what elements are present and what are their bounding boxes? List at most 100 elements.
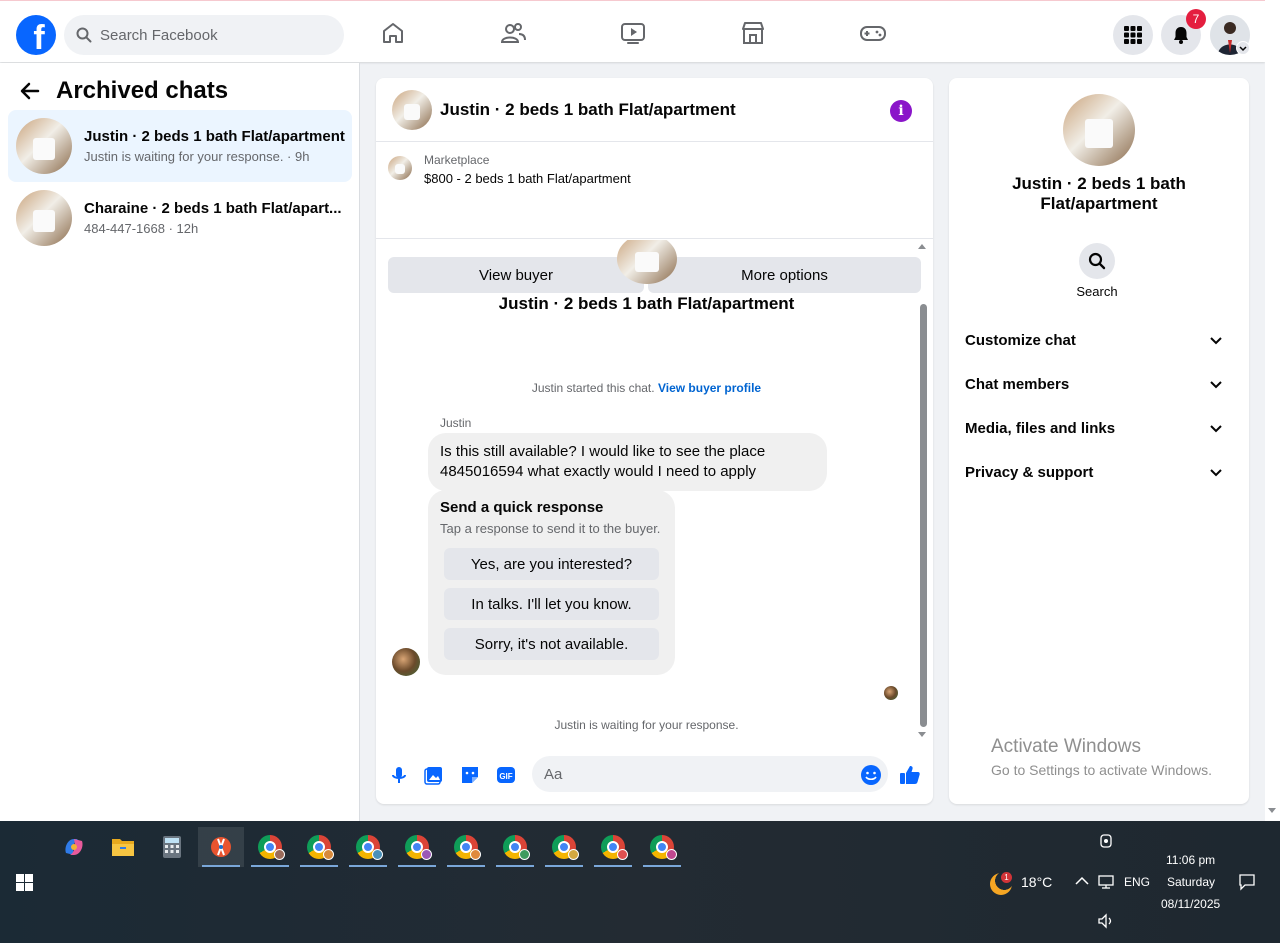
- clock-day[interactable]: Saturday: [1167, 875, 1215, 889]
- search-input[interactable]: [100, 26, 320, 44]
- customize-chat-section[interactable]: Customize chat: [957, 318, 1241, 362]
- friends-icon[interactable]: [499, 19, 527, 47]
- scroll-down-arrow-icon[interactable]: [918, 732, 926, 737]
- copilot-app-icon[interactable]: [51, 827, 97, 867]
- marketplace-label: Marketplace: [424, 153, 490, 167]
- photo-icon[interactable]: [423, 764, 445, 786]
- chrome-profile-5-icon[interactable]: [443, 827, 489, 867]
- listing-thumbnail[interactable]: [1063, 94, 1135, 166]
- chrome-profile-4-icon[interactable]: [394, 827, 440, 867]
- info-panel-title: Justin · 2 beds 1 bath Flat/apartment: [1012, 174, 1186, 213]
- account-chevron-icon[interactable]: [1236, 41, 1250, 55]
- chevron-down-icon: [1210, 469, 1222, 477]
- chat-name: Justin · 2 beds 1 bath Flat/apartment: [84, 128, 345, 145]
- privacy-support-section[interactable]: Privacy & support: [957, 450, 1241, 494]
- page-scrollbar[interactable]: [1265, 0, 1280, 821]
- back-arrow-icon[interactable]: [20, 81, 40, 101]
- menu-button[interactable]: [1113, 15, 1153, 55]
- conversation-header-title[interactable]: Justin · 2 beds 1 bath Flat/apartment: [440, 100, 736, 120]
- chrome-profile-8-icon[interactable]: [590, 827, 636, 867]
- file-explorer-icon[interactable]: [100, 827, 146, 867]
- emoji-icon[interactable]: [860, 764, 882, 786]
- watermark-title: Activate Windows: [991, 736, 1141, 757]
- chrome-profile-1-icon[interactable]: [247, 827, 293, 867]
- snipping-tool-icon[interactable]: [198, 827, 244, 867]
- chrome-profile-9-icon[interactable]: [639, 827, 685, 867]
- info-icon[interactable]: i: [890, 100, 912, 122]
- search-conversation-button[interactable]: [1079, 243, 1115, 279]
- quick-response-not-available-button[interactable]: Sorry, it's not available.: [444, 628, 659, 660]
- media-files-links-section[interactable]: Media, files and links: [957, 406, 1241, 450]
- message-line: Is this still available? I would like to…: [440, 443, 766, 460]
- windows-start-icon[interactable]: [16, 874, 33, 891]
- search-box[interactable]: [64, 15, 344, 55]
- chrome-profile-7-icon[interactable]: [541, 827, 587, 867]
- listing-price-title[interactable]: $800 - 2 beds 1 bath Flat/apartment: [424, 171, 631, 186]
- chevron-down-icon: [1210, 425, 1222, 433]
- network-icon[interactable]: [1097, 874, 1115, 890]
- archived-chats-sidebar: Archived chats Justin · 2 beds 1 bath Fl…: [0, 63, 360, 821]
- thumbs-up-icon[interactable]: [899, 764, 921, 786]
- page-scroll-down-arrow-icon[interactable]: [1268, 808, 1276, 813]
- microphone-icon[interactable]: [388, 764, 410, 786]
- weather-alert-badge: 1: [1001, 872, 1012, 883]
- chat-preview: Justin is waiting for your response. · 9…: [84, 149, 310, 164]
- notification-center-icon[interactable]: [1238, 873, 1256, 891]
- scroll-up-arrow-icon[interactable]: [918, 244, 926, 249]
- chrome-profile-3-icon[interactable]: [345, 827, 391, 867]
- quick-response-yes-button[interactable]: Yes, are you interested?: [444, 548, 659, 580]
- sender-avatar[interactable]: [392, 648, 420, 676]
- listing-thumbnail[interactable]: [392, 89, 432, 130]
- message-input[interactable]: [532, 756, 888, 792]
- quick-response-subtitle: Tap a response to send it to the buyer.: [440, 521, 661, 536]
- chat-started-text: Justin started this chat.: [531, 381, 655, 395]
- volume-icon[interactable]: [1097, 913, 1115, 929]
- chrome-profile-2-icon[interactable]: [296, 827, 342, 867]
- quick-response-in-talks-button[interactable]: In talks. I'll let you know.: [444, 588, 659, 620]
- chat-item-charaine[interactable]: Charaine · 2 beds 1 bath Flat/apart... 4…: [8, 182, 352, 254]
- waiting-notice: Justin is waiting for your response.: [554, 718, 739, 732]
- section-label: Chat members: [965, 375, 1070, 393]
- gaming-icon[interactable]: [859, 19, 887, 47]
- conversation-info-panel: Justin · 2 beds 1 bath Flat/apartment Se…: [949, 78, 1249, 804]
- watermark-subtitle: Go to Settings to activate Windows.: [991, 762, 1212, 778]
- gif-icon[interactable]: GIF: [495, 764, 517, 786]
- bell-icon: [1174, 27, 1188, 44]
- clock-time[interactable]: 11:06 pm: [1166, 853, 1215, 867]
- meet-now-icon[interactable]: [1098, 833, 1114, 849]
- message-bubble[interactable]: Is this still available? I would like to…: [428, 433, 827, 491]
- video-icon[interactable]: [619, 19, 647, 47]
- conversation-header: Justin · 2 beds 1 bath Flat/apartment i: [376, 78, 933, 142]
- sticker-icon[interactable]: [459, 764, 481, 786]
- temperature-text[interactable]: 18°C: [1021, 874, 1052, 890]
- clock-date[interactable]: 08/11/2025: [1161, 897, 1220, 911]
- notification-badge: 7: [1186, 9, 1206, 29]
- search-label: Search: [1076, 284, 1118, 299]
- sidebar-title: Archived chats: [56, 77, 229, 104]
- search-icon: [1088, 252, 1106, 270]
- quick-response-box: Send a quick response Tap a response to …: [428, 490, 675, 675]
- marketplace-icon[interactable]: [739, 19, 767, 47]
- message-line: 4845016594 what exactly would I need to …: [440, 463, 757, 480]
- calculator-icon[interactable]: [149, 827, 195, 867]
- chat-members-section[interactable]: Chat members: [957, 362, 1241, 406]
- language-indicator[interactable]: ENG: [1124, 875, 1150, 889]
- chevron-down-icon: [1210, 381, 1222, 389]
- chat-name: Charaine · 2 beds 1 bath Flat/apart...: [84, 200, 342, 217]
- conversation-title: Justin · 2 beds 1 bath Flat/apartment: [498, 294, 795, 313]
- chevron-up-icon[interactable]: [1075, 876, 1089, 886]
- section-label: Customize chat: [965, 331, 1076, 349]
- view-buyer-profile-link[interactable]: View buyer profile: [658, 381, 761, 395]
- seen-indicator-avatar: [884, 686, 898, 700]
- listing-thumbnail: [388, 156, 412, 180]
- chat-item-justin[interactable]: Justin · 2 beds 1 bath Flat/apartment Ju…: [8, 110, 352, 182]
- message-scrollbar[interactable]: [920, 304, 927, 727]
- listing-thumbnail: [16, 190, 72, 246]
- sidebar-header: Archived chats: [20, 77, 228, 105]
- home-icon[interactable]: [379, 19, 407, 47]
- facebook-logo[interactable]: f: [16, 15, 56, 55]
- chrome-profile-6-icon[interactable]: [492, 827, 538, 867]
- message-composer: GIF: [376, 756, 933, 794]
- quick-response-title: Send a quick response: [440, 499, 604, 516]
- marketplace-listing-box: Marketplace $800 - 2 beds 1 bath Flat/ap…: [376, 142, 933, 293]
